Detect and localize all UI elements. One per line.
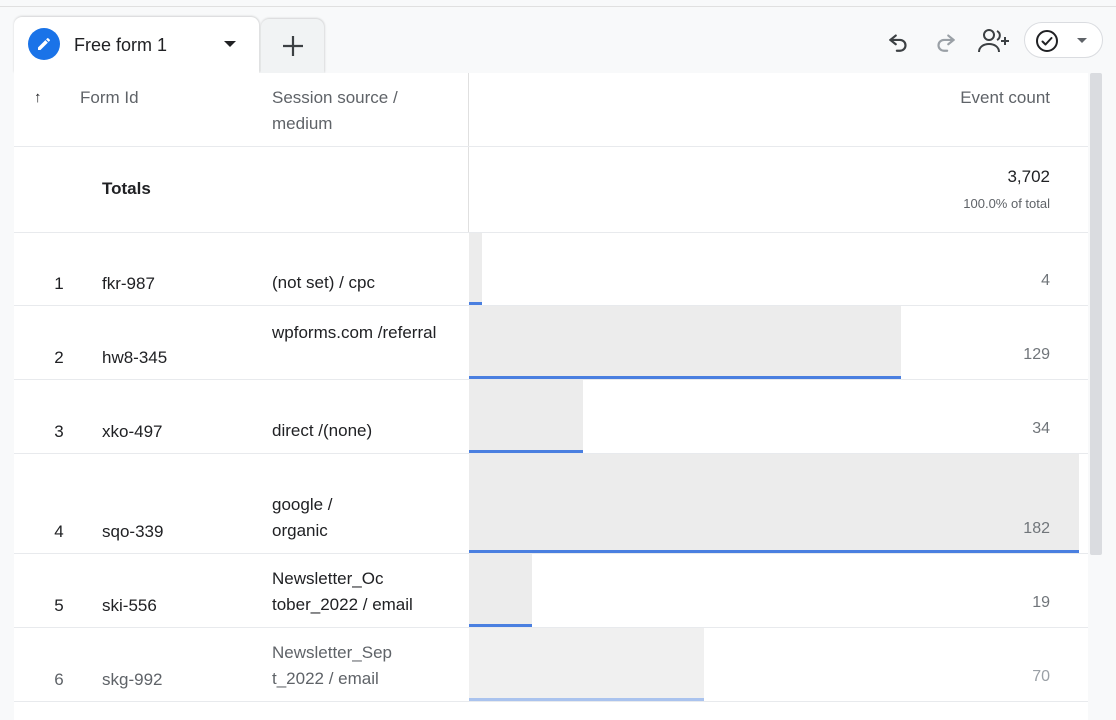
row-session-source: (not set) / cpc [272,270,472,296]
row-source-text: direct /(none) [272,421,373,440]
row-session-source: Newsletter_Oc tober_2022 / email [272,566,472,618]
redo-button[interactable] [930,26,960,56]
row-session-source: direct /(none) [272,418,472,444]
header-session-source[interactable]: Session source / medium [272,85,398,137]
bar-fill [469,628,704,699]
totals-label: Totals [102,179,151,198]
row-index: 6 [54,670,64,689]
header-event-count[interactable]: Event count [960,85,1050,111]
add-person-icon [978,29,1009,53]
totals-percent: 100.0% of total [963,196,1050,211]
row-event-count: 4 [1041,272,1050,289]
add-tab-button[interactable] [261,19,324,73]
bar-fill [469,306,901,377]
chevron-down-icon [1077,38,1087,43]
redo-icon [937,34,955,52]
top-divider [0,6,1116,7]
row-source-text: t_2022 / email [272,669,379,688]
scrollbar-thumb[interactable] [1090,73,1102,555]
header-divider [14,146,1088,147]
totals-value: 3,702 [1007,167,1050,186]
column-divider [468,73,469,233]
row-form-id[interactable]: ski-556 [102,596,157,616]
table-row[interactable]: 5 ski-556 Newsletter_Oc tober_2022 / email 1… [14,554,1088,628]
row-source-text: wpforms.com /referral [272,323,437,342]
table-row[interactable]: 1 fkr-987 (not set) / cpc 4 [14,233,1088,306]
row-form-id[interactable]: sqo-339 [102,522,163,542]
header-session-source-line1: Session source / [272,88,398,107]
row-event-count: 182 [1023,520,1050,537]
table-row[interactable]: 4 sqo-339 google / organic 182 [14,454,1088,554]
row-source-text: Newsletter_Oc [272,569,384,588]
row-index: 5 [54,596,64,615]
table-row[interactable]: 2 hw8-345 wpforms.com /referral 129 [14,306,1088,380]
check-circle-icon [1036,30,1058,52]
row-divider [14,701,1088,702]
row-form-id[interactable]: skg-992 [102,670,162,690]
row-source-text: organic [272,521,328,540]
row-session-source: google / organic [272,492,472,544]
row-index: 1 [54,274,64,293]
row-event-count: 34 [1032,420,1050,437]
row-event-count: 19 [1032,594,1050,611]
row-session-source: wpforms.com /referral [272,320,472,346]
undo-button[interactable] [884,26,914,56]
undo-icon [889,34,907,52]
plus-icon [282,36,303,56]
pencil-icon [28,28,60,60]
header-session-source-line2: medium [272,114,333,133]
row-event-count: 129 [1023,346,1050,363]
row-source-text: (not set) / cpc [272,273,375,292]
tab-free-form-1[interactable]: Free form 1 [14,17,259,73]
row-index: 2 [54,348,64,367]
bar-fill [469,454,1079,551]
row-source-text: google / [272,495,333,514]
row-form-id[interactable]: xko-497 [102,422,162,442]
sort-ascending-icon[interactable]: ↑ [34,85,42,111]
row-form-id[interactable]: hw8-345 [102,348,167,368]
share-button[interactable] [976,25,1012,57]
header-form-id[interactable]: Form Id [80,85,139,111]
bar-fill [469,380,583,451]
row-event-count: 70 [1032,668,1050,685]
bar-fill [469,554,532,625]
table-row[interactable]: 3 xko-497 direct /(none) 34 [14,380,1088,454]
row-index: 4 [54,522,64,541]
row-index: 3 [54,422,64,441]
row-form-id[interactable]: fkr-987 [102,274,155,294]
data-table: ↑ Form Id Session source / medium Event … [14,73,1088,720]
row-session-source: Newsletter_Sep t_2022 / email [272,640,472,692]
bar-fill [469,233,482,303]
chevron-down-icon[interactable] [224,41,236,47]
row-source-text: tober_2022 / email [272,595,413,614]
row-source-text: Newsletter_Sep [272,643,393,662]
tab-label: Free form 1 [74,35,168,55]
table-row[interactable]: 6 skg-992 Newsletter_Sep t_2022 / email 70 [14,628,1088,702]
status-dropdown[interactable] [1024,22,1103,58]
